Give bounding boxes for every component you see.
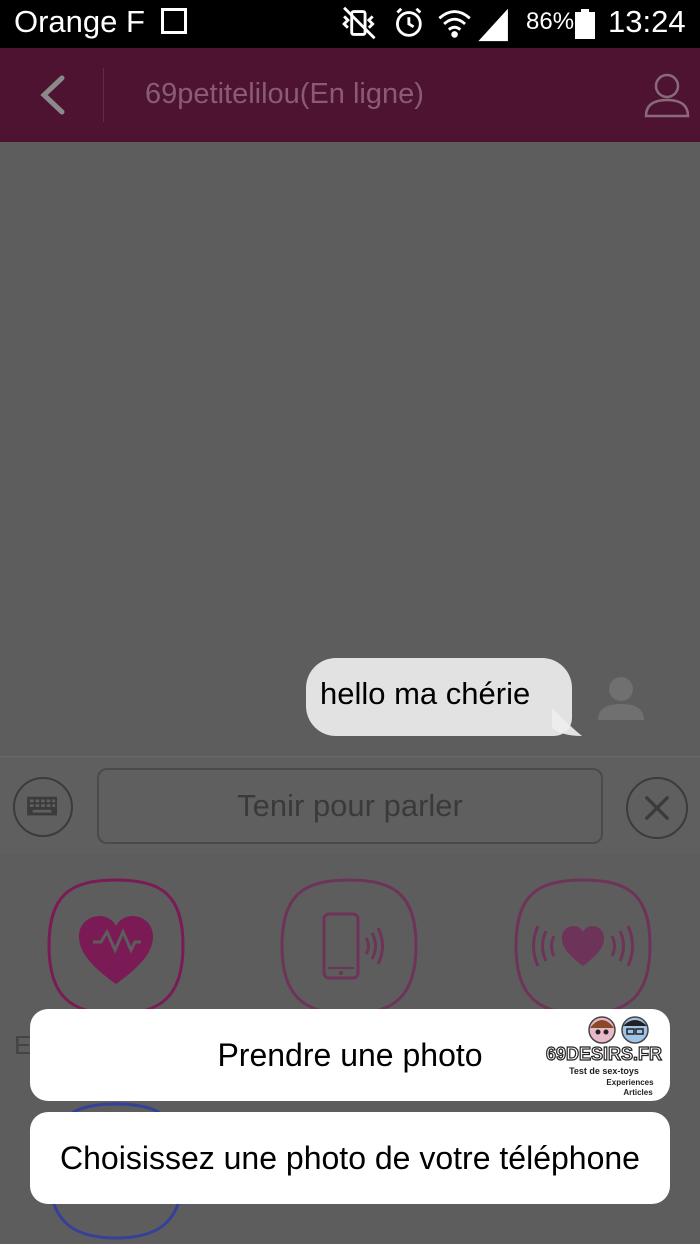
message-text: hello ma chérie bbox=[320, 676, 531, 711]
phone-vibrate-icon[interactable] bbox=[278, 876, 420, 1018]
status-icons bbox=[342, 6, 508, 42]
user-avatar-icon bbox=[598, 677, 644, 720]
battery-icon bbox=[575, 9, 595, 39]
bubble-tail bbox=[552, 708, 582, 736]
status-bar: Orange F 86% 13:24 bbox=[0, 0, 700, 48]
svg-text:Experiences: Experiences bbox=[606, 1078, 654, 1087]
clock: 13:24 bbox=[608, 4, 686, 39]
hold-to-talk-button[interactable]: Tenir pour parler bbox=[97, 768, 603, 844]
wifi-icon bbox=[438, 10, 471, 38]
vibrate-mute-icon bbox=[342, 6, 376, 40]
chat-title: 69petitelilou(En ligne) bbox=[145, 78, 424, 110]
profile-icon[interactable] bbox=[642, 70, 692, 120]
carrier-label: Orange F bbox=[14, 4, 145, 39]
gallery-icon bbox=[161, 8, 187, 34]
battery-percent: 86% bbox=[526, 8, 575, 35]
panel-label: E bbox=[14, 1030, 32, 1060]
chat-header: 69petitelilou(En ligne) bbox=[0, 48, 700, 142]
chat-area: hello ma chérie bbox=[0, 142, 700, 756]
alarm-icon bbox=[396, 7, 422, 37]
keyboard-icon[interactable] bbox=[13, 777, 73, 837]
choose-photo-button[interactable]: Choisissez une photo de votre téléphone bbox=[30, 1112, 670, 1204]
heart-pulse-icon[interactable] bbox=[45, 876, 187, 1018]
watermark-logo: 69DESIRS.FR Test de sex-toys Experiences… bbox=[545, 1016, 663, 1097]
svg-text:Articles: Articles bbox=[623, 1088, 653, 1097]
heart-wave-icon[interactable] bbox=[512, 876, 654, 1018]
input-bar: Tenir pour parler bbox=[0, 756, 700, 856]
header-divider bbox=[103, 68, 104, 122]
chevron-left-icon[interactable] bbox=[36, 74, 70, 116]
svg-text:69DESIRS.FR: 69DESIRS.FR bbox=[546, 1044, 662, 1064]
close-icon[interactable] bbox=[626, 777, 688, 839]
svg-text:Test de sex-toys: Test de sex-toys bbox=[569, 1066, 639, 1076]
signal-icon bbox=[478, 8, 508, 42]
